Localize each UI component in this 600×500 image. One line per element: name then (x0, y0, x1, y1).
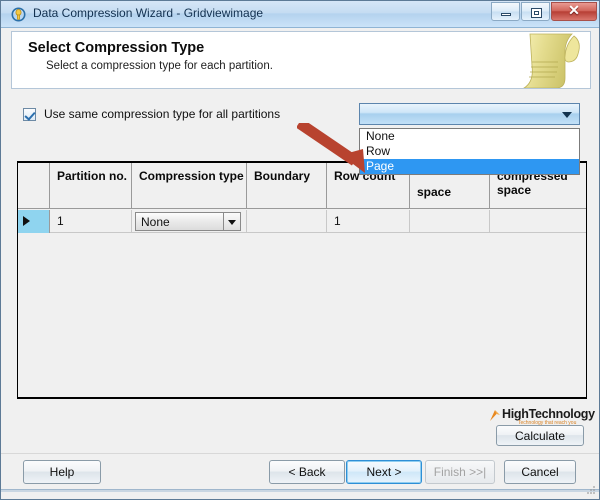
cell-partition-no: 1 (50, 210, 132, 233)
data-compression-wizard-window: Data Compression Wizard - Gridviewimage … (0, 0, 600, 500)
dropdown-option-none[interactable]: None (360, 129, 579, 144)
maximize-button[interactable] (521, 2, 550, 21)
window-bottom-edge (1, 489, 599, 492)
use-same-compression-checkbox[interactable] (23, 107, 36, 121)
cell-compressed-space (490, 210, 586, 233)
use-same-compression-label: Use same compression type for all partit… (44, 107, 281, 121)
help-button[interactable]: Help (23, 460, 101, 484)
dropdown-option-page[interactable]: Page (360, 159, 579, 174)
grid-corner-header (18, 163, 50, 209)
close-icon: ✕ (568, 4, 580, 19)
scroll-parchment-icon (523, 33, 580, 88)
page-header: Select Compression Type Select a compres… (11, 31, 591, 89)
close-button[interactable]: ✕ (551, 2, 597, 21)
compass-logo-icon (490, 410, 500, 421)
cell-compression-type: None (132, 210, 247, 233)
calculate-button[interactable]: Calculate (496, 425, 584, 446)
chevron-down-icon (562, 112, 572, 118)
minimize-icon (501, 13, 511, 16)
compression-type-dropdown-list[interactable]: None Row Page (359, 128, 580, 175)
page-title: Select Compression Type (28, 40, 205, 56)
database-wizard-icon (11, 7, 26, 22)
row-select-arrow-icon (23, 216, 30, 226)
footer-divider (1, 453, 599, 454)
use-same-compression-checkbox-row[interactable]: Use same compression type for all partit… (23, 107, 280, 121)
column-header-boundary[interactable]: Boundary (247, 163, 327, 209)
cell-row-count: 1 (327, 210, 410, 233)
resize-grip-icon[interactable] (584, 484, 596, 496)
finish-button: Finish >>| (425, 460, 495, 484)
global-compression-type-combo[interactable] (359, 103, 580, 125)
column-header-partition-no[interactable]: Partition no. (50, 163, 132, 209)
next-button[interactable]: Next > (346, 460, 422, 484)
maximize-icon (531, 8, 542, 18)
minimize-button[interactable] (491, 2, 520, 21)
title-bar[interactable]: Data Compression Wizard - Gridviewimage … (1, 1, 599, 28)
back-button[interactable]: < Back (269, 460, 345, 484)
chevron-down-icon[interactable] (223, 213, 240, 230)
cell-space (410, 210, 490, 233)
row-compression-type-value: None (141, 215, 170, 229)
page-subtitle: Select a compression type for each parti… (46, 60, 273, 72)
window-title: Data Compression Wizard - Gridviewimage (33, 6, 264, 20)
table-row[interactable]: 1 None 1 (18, 210, 586, 233)
window-controls: ✕ (490, 2, 597, 21)
partition-grid: Partition no. Compression type Boundary … (17, 161, 587, 399)
cancel-button[interactable]: Cancel (504, 460, 576, 484)
dropdown-option-row[interactable]: Row (360, 144, 579, 159)
cell-boundary (247, 210, 327, 233)
row-compression-type-combo[interactable]: None (135, 212, 241, 231)
logo-text: HighTechnology (502, 407, 595, 421)
row-selector-cell[interactable] (18, 210, 50, 233)
column-header-compression-type[interactable]: Compression type (132, 163, 247, 209)
